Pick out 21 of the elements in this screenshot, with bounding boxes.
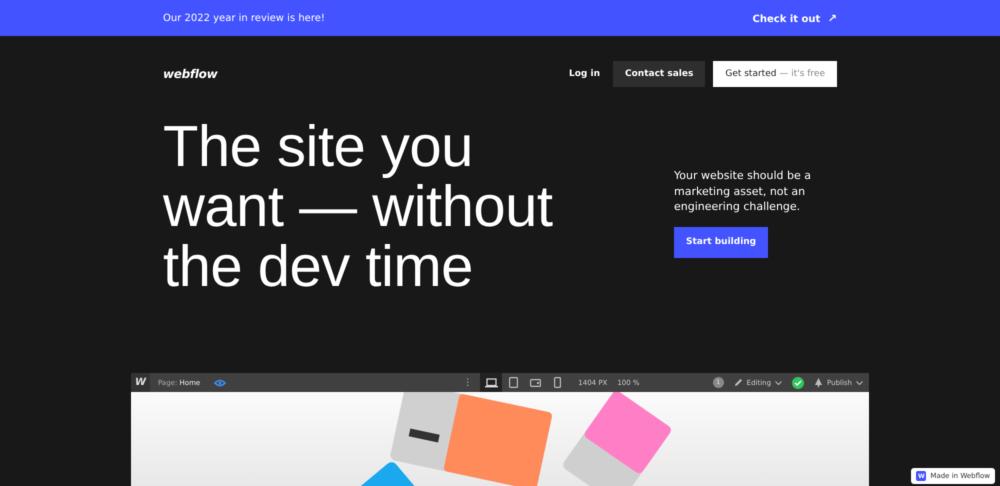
phone-icon — [554, 377, 561, 388]
pencil-icon — [734, 378, 743, 387]
laptop-icon — [484, 378, 498, 388]
tablet-landscape-icon — [530, 378, 541, 386]
check-icon — [792, 376, 804, 388]
hero-text: Your website should be a marketing asset, not an engineering challenge. — [674, 168, 812, 215]
caret-icon — [856, 380, 863, 384]
announcement-text: Our 2022 year in review is here! — [163, 12, 325, 24]
tablet-icon — [508, 377, 518, 388]
contact-sales-button[interactable]: Contact sales — [613, 61, 706, 87]
more-menu[interactable]: ⋮ — [455, 378, 480, 388]
logo[interactable]: webflow — [163, 67, 218, 81]
check-it-out-link[interactable]: Check it out ↗ — [752, 12, 837, 24]
hero-heading: The site you want — without the dev time — [163, 117, 554, 297]
editor-logo-button[interactable]: W — [131, 373, 150, 392]
device-button[interactable] — [480, 373, 502, 392]
start-building-button[interactable]: Start building — [674, 226, 768, 258]
get-started-button[interactable]: Get started — it's free — [713, 61, 837, 87]
eye-icon[interactable] — [214, 378, 226, 386]
caret-icon — [775, 380, 782, 384]
login-link[interactable]: Log in — [569, 69, 600, 79]
